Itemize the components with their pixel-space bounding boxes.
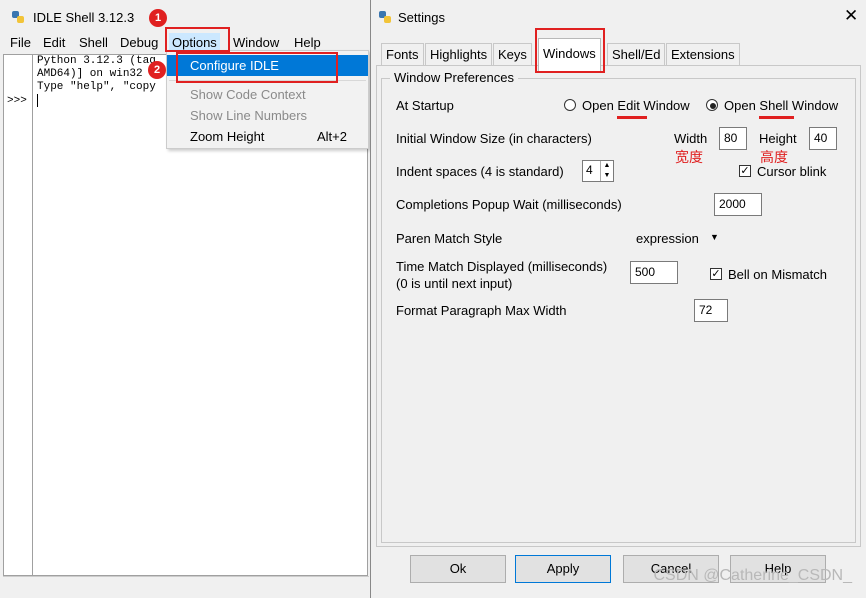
- tab-extensions[interactable]: Extensions: [666, 43, 740, 65]
- paren-style-value: expression: [636, 231, 699, 246]
- annotation-underline-shell: [759, 116, 794, 119]
- window-size-label: Initial Window Size (in characters): [396, 131, 592, 146]
- text-cursor: [37, 94, 38, 107]
- cursor-blink-label[interactable]: Cursor blink: [757, 164, 826, 179]
- width-input[interactable]: 80: [719, 127, 747, 150]
- watermark: CSDN @Catherine_CSDN_: [653, 567, 852, 584]
- menu-item-show-code-context[interactable]: Show Code Context: [167, 84, 368, 105]
- shell-prompt: >>>: [7, 95, 27, 107]
- radio-label-shell[interactable]: Open Shell Window: [724, 98, 838, 113]
- annotation-badge-1: 1: [149, 9, 167, 27]
- menu-debug[interactable]: Debug: [117, 33, 161, 53]
- tab-highlights[interactable]: Highlights: [425, 43, 493, 65]
- indent-spinbox[interactable]: 4 ▲ ▼: [582, 160, 614, 182]
- bell-checkbox[interactable]: ✓: [710, 268, 722, 280]
- window-title: IDLE Shell 3.12.3: [33, 10, 135, 25]
- radio-open-edit[interactable]: [564, 99, 576, 111]
- spin-down-icon[interactable]: ▼: [600, 171, 613, 181]
- paren-style-select[interactable]: expression ▼: [636, 231, 726, 249]
- apply-button[interactable]: Apply: [515, 555, 611, 583]
- annotation-badge-2: 2: [148, 61, 166, 79]
- format-width-label: Format Paragraph Max Width: [396, 303, 567, 318]
- at-startup-label: At Startup: [396, 98, 454, 113]
- time-match-input[interactable]: 500: [630, 261, 678, 284]
- spin-up-icon[interactable]: ▲: [600, 161, 613, 171]
- python-icon: [378, 10, 392, 24]
- close-icon[interactable]: ✕: [844, 6, 858, 26]
- format-width-input[interactable]: 72: [694, 299, 728, 322]
- status-bar: [3, 576, 369, 596]
- tab-keys[interactable]: Keys: [493, 43, 532, 65]
- height-label: Height: [759, 131, 797, 146]
- width-label: Width: [674, 131, 708, 146]
- annotation-box-options: [165, 27, 230, 52]
- ok-button[interactable]: Ok: [410, 555, 506, 583]
- dropdown-arrow-icon: ▼: [710, 232, 719, 242]
- bell-label[interactable]: Bell on Mismatch: [728, 267, 827, 282]
- annotation-box-windows-tab: [535, 28, 605, 73]
- paren-label: Paren Match Style: [396, 231, 503, 246]
- indent-value: 4: [586, 163, 593, 177]
- settings-title: Settings: [398, 10, 445, 25]
- annotation-underline-edit: [617, 116, 647, 119]
- menu-file[interactable]: File: [7, 33, 34, 53]
- python-icon: [11, 10, 25, 24]
- completions-label: Completions Popup Wait (milliseconds): [396, 197, 622, 212]
- tab-shell-ed[interactable]: Shell/Ed: [607, 43, 666, 65]
- tab-fonts[interactable]: Fonts: [381, 43, 424, 65]
- prompt-gutter: >>>: [3, 54, 32, 576]
- shortcut-label: Alt+2: [317, 129, 347, 144]
- menu-item-show-line-numbers[interactable]: Show Line Numbers: [167, 105, 368, 126]
- annotation-width-note: 宽度: [675, 149, 703, 165]
- radio-label-edit[interactable]: Open Edit Window: [582, 98, 690, 113]
- height-input[interactable]: 40: [809, 127, 837, 150]
- time-match-label: Time Match Displayed (milliseconds): [396, 259, 608, 274]
- completions-input[interactable]: 2000: [714, 193, 762, 216]
- time-match-sublabel: (0 is until next input): [396, 276, 513, 291]
- indent-label: Indent spaces (4 is standard): [396, 164, 564, 179]
- group-title: Window Preferences: [390, 70, 518, 85]
- annotation-box-configure: [176, 52, 338, 83]
- cursor-blink-checkbox[interactable]: ✓: [739, 165, 751, 177]
- radio-open-shell[interactable]: [706, 99, 718, 111]
- menu-edit[interactable]: Edit: [40, 33, 68, 53]
- menu-shell[interactable]: Shell: [76, 33, 111, 53]
- menu-item-zoom-height[interactable]: Zoom Height Alt+2: [167, 126, 368, 147]
- menu-item-label: Zoom Height: [190, 129, 265, 144]
